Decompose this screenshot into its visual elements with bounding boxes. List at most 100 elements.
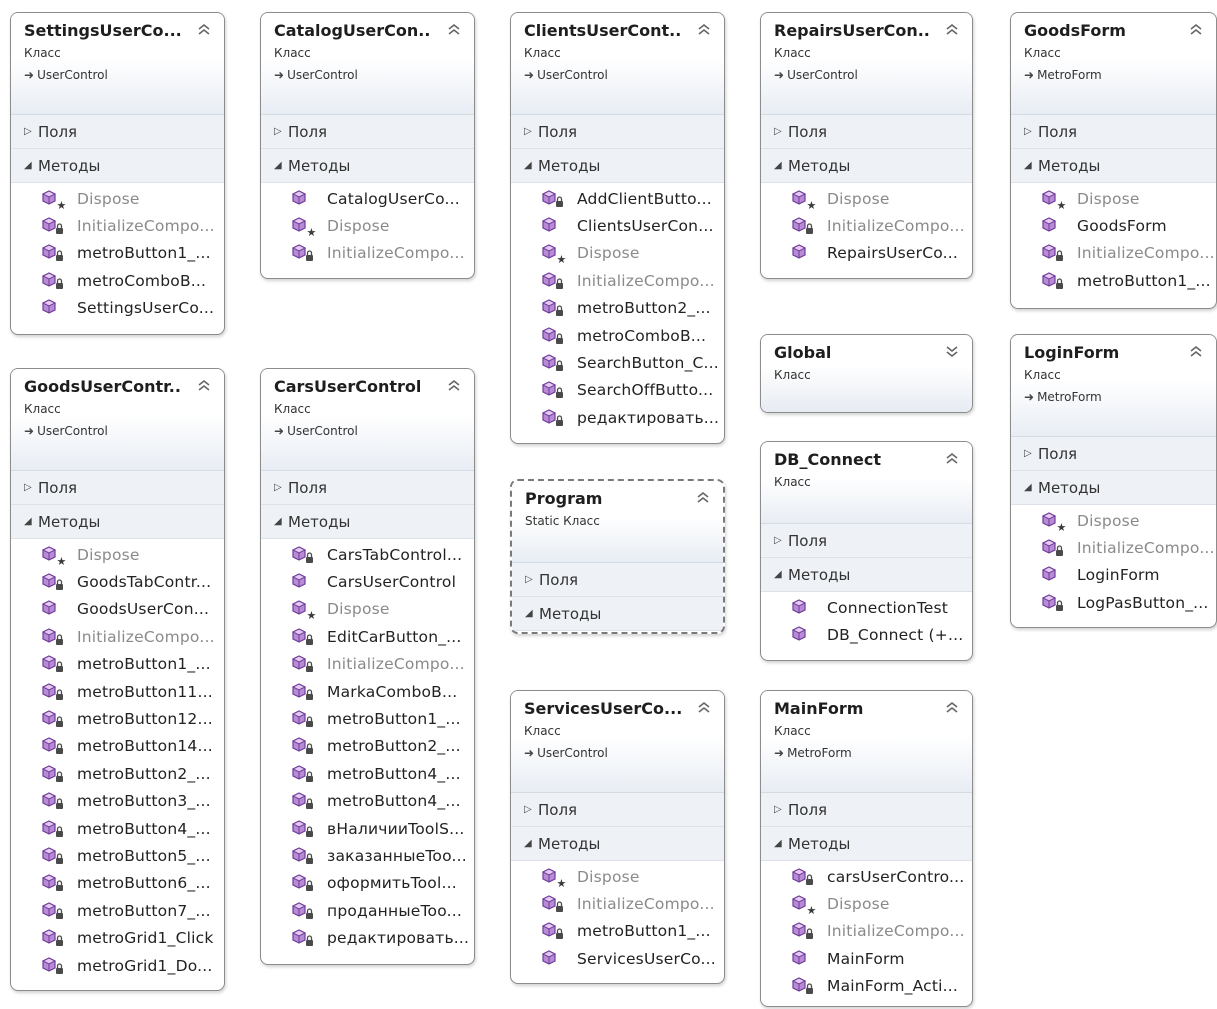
- collapse-chevron-icon[interactable]: [695, 489, 711, 505]
- class-box-carsusercontrol[interactable]: CarsUserControl Класс ➜ UserControl ▷ Поля ◢ Ме…: [260, 368, 475, 965]
- method-row[interactable]: MainForm: [761, 945, 972, 972]
- class-header[interactable]: Global Класс: [761, 335, 972, 412]
- method-row[interactable]: InitializeCompo...: [1011, 534, 1216, 561]
- method-row[interactable]: редактировать...: [511, 404, 724, 431]
- fields-section[interactable]: ▷ Поля: [761, 793, 972, 827]
- collapse-chevron-icon[interactable]: [944, 21, 960, 37]
- method-row[interactable]: metroButton2_...: [511, 295, 724, 322]
- method-row[interactable]: CarsUserControl: [261, 568, 474, 595]
- collapse-chevron-icon[interactable]: [196, 377, 212, 393]
- expand-chevron-icon[interactable]: [944, 343, 960, 359]
- methods-section[interactable]: ◢ Методы: [261, 505, 474, 539]
- method-row[interactable]: ★ Dispose: [11, 185, 224, 212]
- method-row[interactable]: MainForm_Acti...: [761, 973, 972, 1000]
- method-row[interactable]: редактировать...: [261, 924, 474, 951]
- class-header[interactable]: ServicesUserCo... Класс ➜ UserControl: [511, 691, 724, 793]
- method-row[interactable]: ★ Dispose: [261, 596, 474, 623]
- class-box-repairsusercon[interactable]: RepairsUserCon... Класс ➜ UserControl ▷ Поля ◢…: [760, 12, 973, 279]
- class-header[interactable]: GoodsUserContr... Класс ➜ UserControl: [11, 369, 224, 471]
- methods-section[interactable]: ◢ Методы: [761, 149, 972, 183]
- method-row[interactable]: ConnectionTest: [761, 594, 972, 621]
- fields-section[interactable]: ▷ Поля: [512, 563, 723, 597]
- method-row[interactable]: CatalogUserCo...: [261, 185, 474, 212]
- class-header[interactable]: Program Static Класс: [512, 481, 723, 563]
- method-row[interactable]: metroGrid1_Do...: [11, 952, 224, 979]
- method-row[interactable]: carsUserContro...: [761, 863, 972, 890]
- collapse-chevron-icon[interactable]: [1188, 21, 1204, 37]
- method-row[interactable]: metroGrid1_Click: [11, 924, 224, 951]
- method-row[interactable]: metroButton7_...: [11, 897, 224, 924]
- method-row[interactable]: проданныеToo...: [261, 897, 474, 924]
- method-row[interactable]: metroButton4_...: [261, 788, 474, 815]
- method-row[interactable]: EditCarButton_...: [261, 623, 474, 650]
- class-header[interactable]: CarsUserControl Класс ➜ UserControl: [261, 369, 474, 471]
- method-row[interactable]: metroButton4_...: [11, 815, 224, 842]
- method-row[interactable]: ServicesUserCo...: [511, 945, 724, 972]
- method-row[interactable]: GoodsTabContr...: [11, 568, 224, 595]
- class-box-global[interactable]: Global Класс: [760, 334, 973, 413]
- method-row[interactable]: InitializeCompo...: [11, 623, 224, 650]
- fields-section[interactable]: ▷ Поля: [511, 793, 724, 827]
- methods-section[interactable]: ◢ Методы: [511, 827, 724, 861]
- method-row[interactable]: LogPasButton_...: [1011, 589, 1216, 616]
- collapse-chevron-icon[interactable]: [944, 450, 960, 466]
- methods-section[interactable]: ◢ Методы: [511, 149, 724, 183]
- method-row[interactable]: LoginForm: [1011, 562, 1216, 589]
- method-row[interactable]: MarkaComboB...: [261, 678, 474, 705]
- method-row[interactable]: InitializeCompo...: [511, 267, 724, 294]
- method-row[interactable]: metroButton1_...: [261, 705, 474, 732]
- fields-section[interactable]: ▷ Поля: [11, 471, 224, 505]
- class-header[interactable]: DB_Connect Класс: [761, 442, 972, 524]
- class-box-program[interactable]: Program Static Класс ▷ Поля ◢ Методы Main: [510, 479, 725, 634]
- collapse-chevron-icon[interactable]: [696, 21, 712, 37]
- method-row[interactable]: ★ Dispose: [261, 212, 474, 239]
- method-row[interactable]: GoodsForm: [1011, 212, 1216, 239]
- method-row[interactable]: InitializeCompo...: [1011, 240, 1216, 267]
- collapse-chevron-icon[interactable]: [446, 377, 462, 393]
- method-row[interactable]: Main: [512, 633, 723, 634]
- methods-section[interactable]: ◢ Методы: [11, 149, 224, 183]
- method-row[interactable]: InitializeCompo...: [11, 212, 224, 239]
- collapse-chevron-icon[interactable]: [1188, 343, 1204, 359]
- method-row[interactable]: ClientsUserCon...: [511, 212, 724, 239]
- class-header[interactable]: RepairsUserCon... Класс ➜ UserControl: [761, 13, 972, 115]
- class-box-db-connect[interactable]: DB_Connect Класс ▷ Поля ◢ Методы ConnectionTes…: [760, 441, 973, 661]
- method-row[interactable]: metroButton11...: [11, 678, 224, 705]
- method-row[interactable]: ★ Dispose: [511, 863, 724, 890]
- method-row[interactable]: metroButton1_...: [11, 651, 224, 678]
- class-box-catalogusercon[interactable]: CatalogUserCon... Класс ➜ UserControl ▷ Поля ◢…: [260, 12, 475, 279]
- method-row[interactable]: metroComboB...: [511, 322, 724, 349]
- method-row[interactable]: metroButton2_...: [11, 760, 224, 787]
- class-box-settingsuserco[interactable]: SettingsUserCo... Класс ➜ UserControl ▷ Поля ◢…: [10, 12, 225, 335]
- methods-section[interactable]: ◢ Методы: [512, 597, 723, 631]
- methods-section[interactable]: ◢ Методы: [11, 505, 224, 539]
- fields-section[interactable]: ▷ Поля: [511, 115, 724, 149]
- class-box-mainform[interactable]: MainForm Класс ➜ MetroForm ▷ Поля ◢ Методы carsU…: [760, 690, 973, 1007]
- method-row[interactable]: ★ Dispose: [761, 890, 972, 917]
- method-row[interactable]: metroButton5_...: [11, 842, 224, 869]
- method-row[interactable]: metroButton12...: [11, 705, 224, 732]
- method-row[interactable]: GoodsUserCon...: [11, 596, 224, 623]
- class-header[interactable]: GoodsForm Класс ➜ MetroForm: [1011, 13, 1216, 115]
- methods-section[interactable]: ◢ Методы: [1011, 149, 1216, 183]
- method-row[interactable]: metroButton3_...: [11, 788, 224, 815]
- method-row[interactable]: metroComboB...: [11, 267, 224, 294]
- method-row[interactable]: metroButton1_...: [1011, 267, 1216, 294]
- method-row[interactable]: ★ Dispose: [761, 185, 972, 212]
- methods-section[interactable]: ◢ Методы: [1011, 471, 1216, 505]
- collapse-chevron-icon[interactable]: [944, 699, 960, 715]
- method-row[interactable]: ★ Dispose: [11, 541, 224, 568]
- class-box-clientsusercont[interactable]: ClientsUserCont... Класс ➜ UserControl ▷ Поля…: [510, 12, 725, 444]
- method-row[interactable]: ★ Dispose: [1011, 185, 1216, 212]
- methods-section[interactable]: ◢ Методы: [761, 558, 972, 592]
- method-row[interactable]: ★ Dispose: [511, 240, 724, 267]
- class-header[interactable]: LoginForm Класс ➜ MetroForm: [1011, 335, 1216, 437]
- method-row[interactable]: metroButton4_...: [261, 760, 474, 787]
- fields-section[interactable]: ▷ Поля: [761, 524, 972, 558]
- method-row[interactable]: DB_Connect (+...: [761, 621, 972, 648]
- method-row[interactable]: SearchOffButto...: [511, 377, 724, 404]
- method-row[interactable]: metroButton1_...: [511, 918, 724, 945]
- fields-section[interactable]: ▷ Поля: [11, 115, 224, 149]
- collapse-chevron-icon[interactable]: [696, 699, 712, 715]
- method-row[interactable]: SearchButton_C...: [511, 349, 724, 376]
